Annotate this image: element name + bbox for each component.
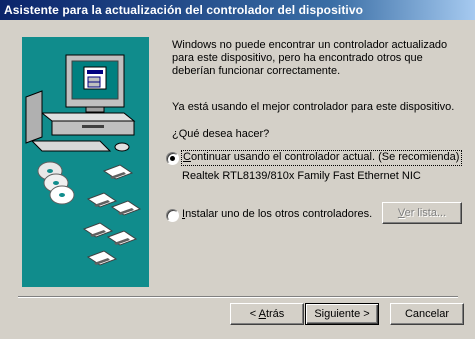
back-prefix: < [249,308,259,320]
window-title: Asistente para la actualización del cont… [4,3,364,17]
intro-line: Windows no puede encontrar un controlado… [172,39,448,51]
footer-separator-highlight [18,297,458,298]
wizard-window: Asistente para la actualización del cont… [0,0,475,339]
status-text: Ya está usando el mejor controlador para… [172,101,455,113]
title-bar[interactable]: Asistente para la actualización del cont… [0,0,475,20]
back-label: trás [265,308,285,320]
current-driver-name: Realtek RTL8139/810x Family Fast Etherne… [182,170,421,182]
wizard-illustration [22,37,149,287]
back-button[interactable]: < Atrás [230,303,304,325]
option-continue-text: ontinuar usando el controlador actual. (… [190,151,460,163]
option-install-text: nstalar uno de los otros controladores. [185,208,373,220]
mnemonic-c: C [183,151,191,163]
radio-continue-current[interactable] [166,152,179,165]
cancel-button[interactable]: Cancelar [390,303,464,325]
view-list-label: er lista... [404,207,447,219]
mnemonic-v: V [397,207,405,219]
radio-selected-dot [170,156,175,161]
intro-line: deberían funcionar correctamente. [172,65,341,77]
view-list-button[interactable]: Ver lista... [382,202,462,224]
intro-text: Windows no puede encontrar un controlado… [172,39,462,78]
intro-line: para este dispositivo, pero ha encontrad… [172,52,423,64]
radio-install-other[interactable] [166,209,179,222]
next-button[interactable]: Siguiente > [305,303,379,325]
option-continue-label[interactable]: Continuar usando el controlador actual. … [181,150,462,166]
question-label: ¿Qué desea hacer? [172,128,270,140]
floppy-disk-icon [82,164,142,266]
option-install-label[interactable]: Instalar uno de los otros controladores. [182,208,372,220]
mnemonic-a: A [258,308,266,320]
